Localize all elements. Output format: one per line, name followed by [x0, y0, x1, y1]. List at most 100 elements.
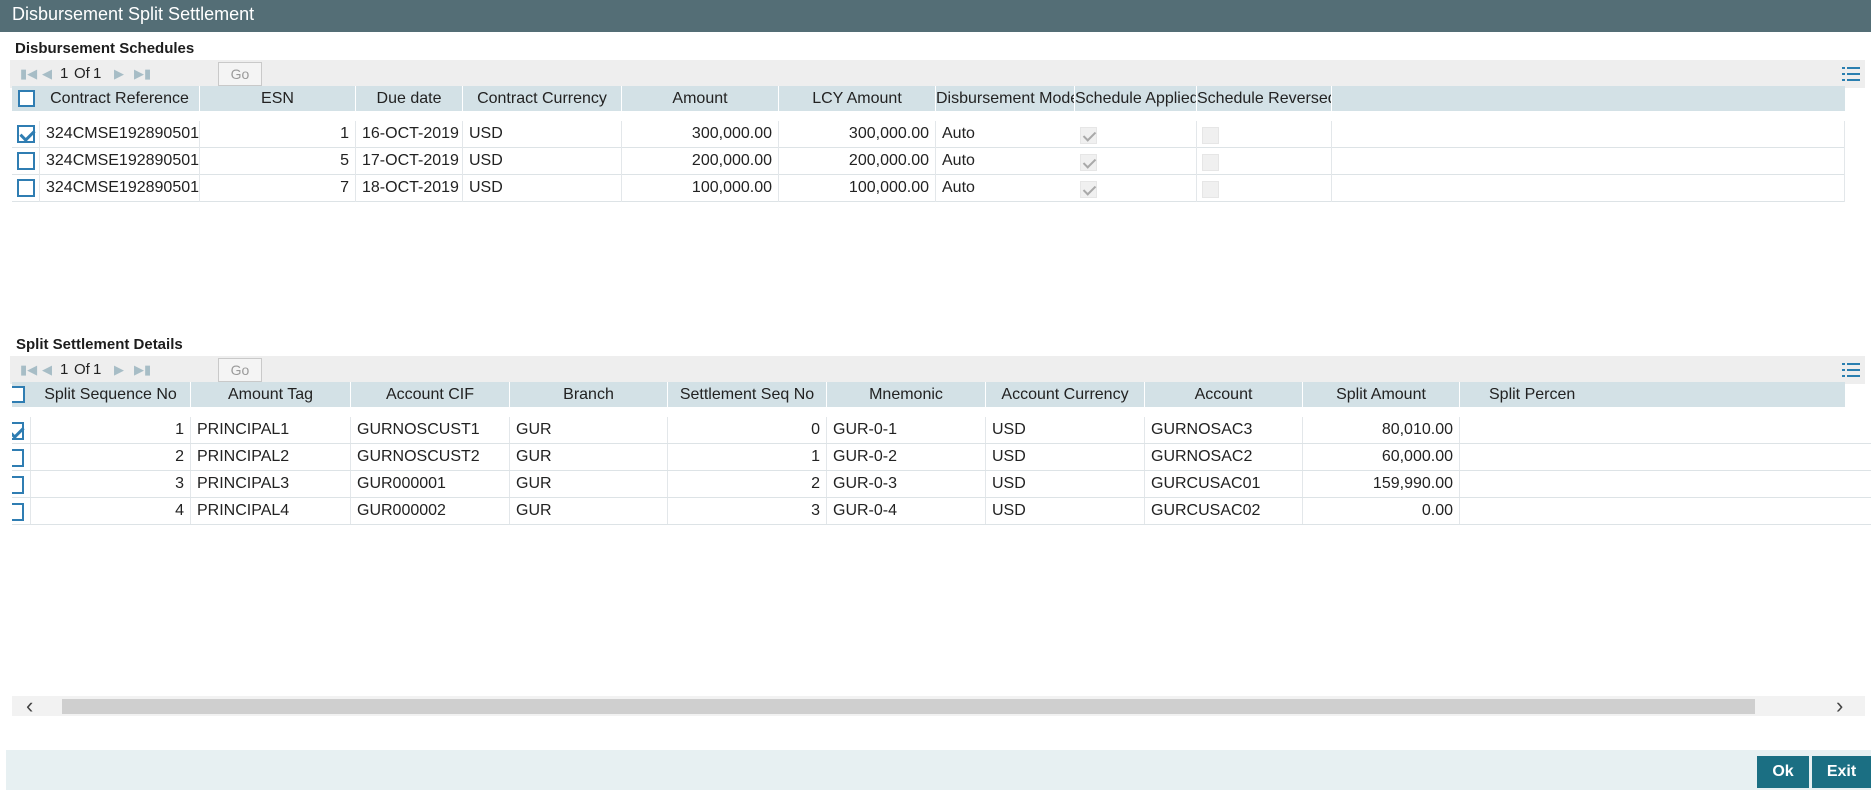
- column-header[interactable]: Contract Reference: [40, 86, 200, 111]
- row-select-checkbox[interactable]: [12, 476, 24, 494]
- column-header[interactable]: Account: [1145, 382, 1303, 407]
- mnemonic-cell: GUR-0-2: [827, 444, 986, 470]
- amount-tag-cell: PRINCIPAL3: [191, 471, 351, 497]
- column-header[interactable]: LCY Amount: [779, 86, 936, 111]
- horizontal-scrollbar[interactable]: ‹ ›: [12, 693, 1865, 719]
- current-page: 1: [60, 361, 69, 378]
- last-page-icon[interactable]: ▶▮: [134, 66, 151, 82]
- row-select-checkbox[interactable]: [12, 422, 24, 440]
- account-currency-cell: USD: [986, 498, 1145, 524]
- table-row[interactable]: 324CMSE192890501 1 16-OCT-2019 USD 300,000.0…: [12, 121, 1845, 148]
- due-date-cell: 16-OCT-2019: [356, 121, 463, 148]
- esn-cell: 7: [200, 175, 356, 202]
- row-select-checkbox[interactable]: [17, 125, 35, 143]
- split-sequence-cell: 1: [31, 417, 191, 443]
- column-header[interactable]: Settlement Seq No: [668, 382, 827, 407]
- column-header[interactable]: Schedule Applied: [1075, 86, 1197, 111]
- settlement-seq-cell: 1: [668, 444, 827, 470]
- branch-cell: GUR: [510, 471, 668, 497]
- column-header[interactable]: Branch: [510, 382, 668, 407]
- column-header[interactable]: Due date: [356, 86, 463, 111]
- schedules-grid-header: Contract Reference ESN Due date Contract…: [12, 86, 1845, 111]
- split-percentage-cell: [1460, 471, 1871, 497]
- account-cif-cell: GURNOSCUST1: [351, 417, 510, 443]
- amount-tag-cell: PRINCIPAL4: [191, 498, 351, 524]
- split-sequence-cell: 4: [31, 498, 191, 524]
- column-header[interactable]: Account CIF: [351, 382, 510, 407]
- next-page-icon[interactable]: ▶: [114, 66, 124, 82]
- select-all-checkbox[interactable]: [12, 386, 25, 403]
- account-currency-cell: USD: [986, 444, 1145, 470]
- account-cif-cell: GUR000002: [351, 498, 510, 524]
- column-header[interactable]: Split Sequence No: [31, 382, 191, 407]
- mnemonic-cell: GUR-0-1: [827, 417, 986, 443]
- table-row[interactable]: 2 PRINCIPAL2 GURNOSCUST2 GUR 1 GUR-0-2 USD GURN…: [12, 444, 1871, 471]
- select-all-checkbox[interactable]: [18, 90, 35, 107]
- branch-cell: GUR: [510, 498, 668, 524]
- scrollbar-thumb[interactable]: [62, 699, 1755, 714]
- row-select-cell: [12, 498, 31, 524]
- row-select-checkbox[interactable]: [17, 152, 35, 170]
- column-header[interactable]: Split Percen: [1460, 382, 1660, 407]
- column-header[interactable]: Disbursement Mode: [936, 86, 1075, 111]
- last-page-icon[interactable]: ▶▮: [134, 362, 151, 378]
- split-amount-cell: 159,990.00: [1303, 471, 1460, 497]
- split-amount-cell: 80,010.00: [1303, 417, 1460, 443]
- total-pages: 1: [93, 361, 102, 378]
- column-header[interactable]: Contract Currency: [463, 86, 622, 111]
- column-header[interactable]: Amount: [622, 86, 779, 111]
- table-row[interactable]: 324CMSE192890501 7 18-OCT-2019 USD 100,000.0…: [12, 175, 1845, 202]
- split-pager: ▮◀ ◀ 1 Of 1 ▶ ▶▮ Go: [10, 356, 1865, 384]
- current-page: 1: [60, 65, 69, 82]
- column-header[interactable]: Mnemonic: [827, 382, 986, 407]
- schedule-applied-cell: [1075, 175, 1197, 202]
- row-select-checkbox[interactable]: [12, 449, 24, 467]
- lcy-amount-cell: 100,000.00: [779, 175, 936, 202]
- currency-cell: USD: [463, 121, 622, 148]
- row-select-cell: [12, 121, 40, 148]
- page-number-input[interactable]: [160, 359, 218, 381]
- row-select-checkbox[interactable]: [17, 179, 35, 197]
- split-grid-header: Split Sequence No Amount Tag Account CIF…: [12, 382, 1845, 407]
- list-view-icon[interactable]: [1842, 362, 1860, 378]
- currency-cell: USD: [463, 175, 622, 202]
- column-header[interactable]: Schedule Reversed: [1197, 86, 1332, 111]
- previous-page-icon[interactable]: ◀: [42, 362, 52, 378]
- account-cell: GURCUSAC02: [1145, 498, 1303, 524]
- contract-reference-cell: 324CMSE192890501: [40, 121, 200, 148]
- account-currency-cell: USD: [986, 417, 1145, 443]
- previous-page-icon[interactable]: ◀: [42, 66, 52, 82]
- exit-button[interactable]: Exit: [1812, 756, 1871, 788]
- go-button[interactable]: Go: [218, 358, 262, 382]
- column-header[interactable]: Split Amount: [1303, 382, 1460, 407]
- ok-button[interactable]: Ok: [1757, 756, 1809, 788]
- schedule-reversed-cell: [1197, 175, 1332, 202]
- schedule-applied-cell: [1075, 148, 1197, 175]
- table-row[interactable]: 4 PRINCIPAL4 GUR000002 GUR 3 GUR-0-4 USD GURCUS…: [12, 498, 1871, 525]
- esn-cell: 1: [200, 121, 356, 148]
- row-select-checkbox[interactable]: [12, 503, 24, 521]
- disbursement-mode-cell: Auto: [942, 152, 975, 169]
- disbursement-mode-cell: Auto: [942, 179, 975, 196]
- go-button[interactable]: Go: [218, 62, 262, 86]
- esn-cell: 5: [200, 148, 356, 175]
- table-row[interactable]: 1 PRINCIPAL1 GURNOSCUST1 GUR 0 GUR-0-1 USD GURN…: [12, 417, 1871, 444]
- first-page-icon[interactable]: ▮◀: [20, 66, 37, 82]
- table-row[interactable]: 324CMSE192890501 5 17-OCT-2019 USD 200,000.0…: [12, 148, 1845, 175]
- settlement-seq-cell: 0: [668, 417, 827, 443]
- column-header[interactable]: ESN: [200, 86, 356, 111]
- schedule-reversed-cell: [1197, 121, 1332, 148]
- first-page-icon[interactable]: ▮◀: [20, 362, 37, 378]
- table-row[interactable]: 3 PRINCIPAL3 GUR000001 GUR 2 GUR-0-3 USD GURCUS…: [12, 471, 1871, 498]
- next-page-icon[interactable]: ▶: [114, 362, 124, 378]
- of-label: Of: [74, 361, 90, 378]
- schedule-reversed-checkbox: [1202, 127, 1219, 144]
- page-number-input[interactable]: [160, 63, 218, 85]
- lcy-amount-cell: 300,000.00: [779, 121, 936, 148]
- column-header[interactable]: Account Currency: [986, 382, 1145, 407]
- split-percentage-cell: [1460, 498, 1871, 524]
- list-view-icon[interactable]: [1842, 66, 1860, 82]
- column-header[interactable]: Amount Tag: [191, 382, 351, 407]
- scroll-left-icon[interactable]: ‹: [26, 693, 33, 719]
- scroll-right-icon[interactable]: ›: [1836, 693, 1843, 719]
